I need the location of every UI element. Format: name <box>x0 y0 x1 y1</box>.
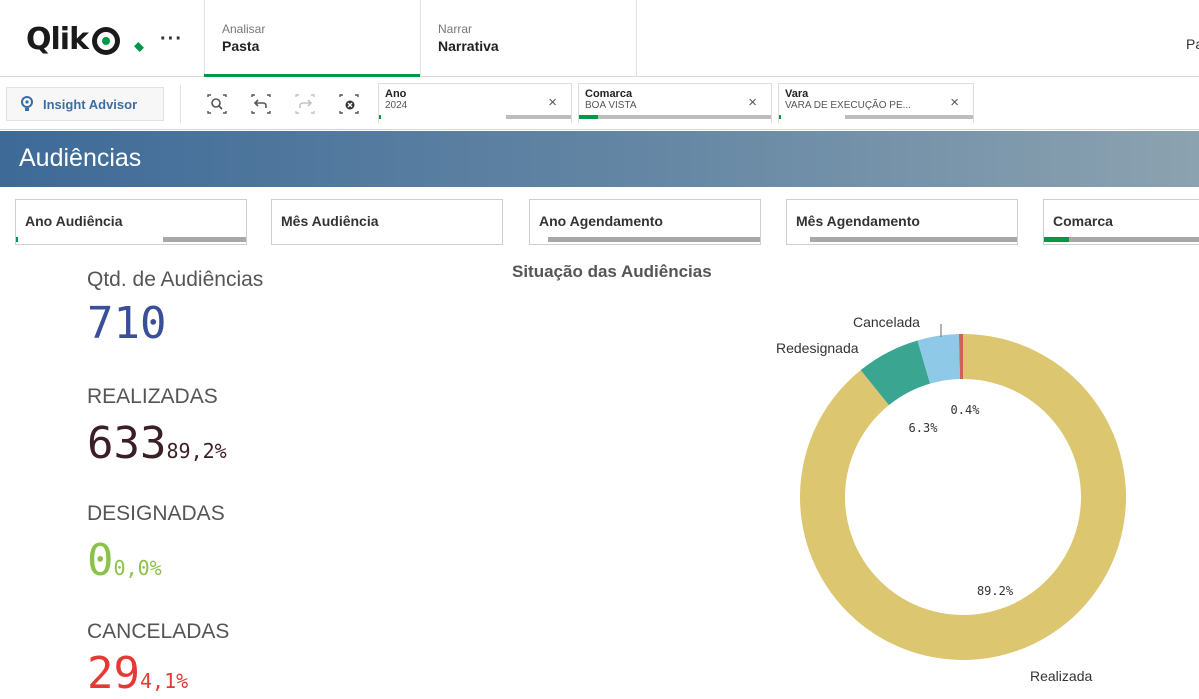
tab-narrar-caption: Narrar <box>438 22 473 36</box>
insight-advisor-label: Insight Advisor <box>43 96 138 112</box>
filter-title: Mês Audiência <box>281 213 379 229</box>
filter-mes-audiencia[interactable]: Mês Audiência <box>271 199 503 245</box>
filter-title: Ano Agendamento <box>539 213 663 229</box>
selections-bar: Insight Advisor Ano 2024 × Comarca BOA V… <box>0 77 1199 130</box>
chip-state-bar <box>379 115 571 119</box>
kpi-realizadas-number: 633 <box>87 418 167 469</box>
tab-narrar[interactable]: Narrar Narrativa <box>420 0 636 77</box>
divider <box>636 0 637 77</box>
tab-analisar-label: Pasta <box>222 38 260 54</box>
slice-realizada[interactable] <box>800 334 1126 660</box>
kpi-total-value: 710 <box>87 298 167 349</box>
top-navigation-bar: Qlik ··· Analisar Pasta Narrar Narrativa… <box>0 0 1199 77</box>
page-title: Audiências <box>19 144 142 172</box>
lightbulb-icon <box>21 96 33 111</box>
data-label-outros: 0.4% <box>951 403 981 417</box>
filter-state-bar <box>530 237 760 242</box>
logo-q-icon <box>92 26 121 55</box>
more-menu-icon[interactable]: ··· <box>160 28 183 51</box>
close-icon[interactable]: × <box>950 94 959 111</box>
tab-analisar-caption: Analisar <box>222 22 266 36</box>
filter-mes-agendamento[interactable]: Mês Agendamento <box>786 199 1018 245</box>
chip-label: Ano <box>385 88 407 100</box>
insight-advisor-button[interactable]: Insight Advisor <box>6 87 164 121</box>
selection-chip-ano[interactable]: Ano 2024 × <box>378 83 572 123</box>
kpi-designadas-label: DESIGNADAS <box>87 502 225 525</box>
tab-narrar-label: Narrativa <box>438 38 499 54</box>
chip-state-bar <box>579 115 771 119</box>
logo-accent <box>134 42 144 52</box>
kpi-designadas-value: 00,0% <box>87 535 162 586</box>
kpi-canceladas-number: 29 <box>87 648 140 699</box>
chip-value: 2024 <box>385 100 408 111</box>
smart-search-icon[interactable] <box>195 88 239 120</box>
filter-state-bar <box>272 237 502 242</box>
chart-title: Situação das Audiências <box>512 262 712 281</box>
top-right-label[interactable]: Pa <box>1186 36 1199 52</box>
sheet-header: Audiências <box>0 131 1199 187</box>
filter-title: Ano Audiência <box>25 213 123 229</box>
kpi-realizadas-label: REALIZADAS <box>87 385 218 408</box>
label-realizada: Realizada <box>1030 668 1092 684</box>
donut-chart[interactable]: Realizada Redesignada Cancelada 89.2% 6.3% 0.… <box>760 300 1180 698</box>
kpi-canceladas-value: 294,1% <box>87 648 188 699</box>
step-forward-icon[interactable] <box>283 88 327 120</box>
data-label-redesignada: 6.3% <box>909 421 939 435</box>
kpi-canceladas-label: CANCELADAS <box>87 620 230 643</box>
filter-state-bar <box>1044 237 1199 242</box>
filter-state-bar <box>787 237 1017 242</box>
kpi-designadas-pct: 0,0% <box>113 556 162 580</box>
filter-ano-agendamento[interactable]: Ano Agendamento <box>529 199 761 245</box>
data-label-realizada: 89.2% <box>977 584 1014 598</box>
kpi-canceladas-pct: 4,1% <box>139 669 189 693</box>
selection-tools <box>180 85 371 123</box>
chip-value: BOA VISTA <box>585 100 637 111</box>
close-icon[interactable]: × <box>748 94 757 111</box>
kpi-realizadas-pct: 89,2% <box>166 439 227 463</box>
selection-chip-comarca[interactable]: Comarca BOA VISTA × <box>578 83 772 123</box>
chip-label: Vara <box>785 88 809 100</box>
chip-label: Comarca <box>585 88 633 100</box>
qlik-logo[interactable]: Qlik <box>26 22 121 57</box>
kpi-realizadas-value: 63389,2% <box>87 418 227 469</box>
chip-state-bar <box>779 115 973 119</box>
filter-ano-audiencia[interactable]: Ano Audiência <box>15 199 247 245</box>
chip-value: VARA DE EXECUÇÃO PE... <box>785 100 911 111</box>
filter-state-bar <box>16 237 246 242</box>
kpi-designadas-number: 0 <box>87 535 114 586</box>
close-icon[interactable]: × <box>548 94 557 111</box>
filter-title: Mês Agendamento <box>796 213 920 229</box>
label-cancelada: Cancelada <box>853 314 920 330</box>
step-back-icon[interactable] <box>239 88 283 120</box>
tab-analisar[interactable]: Analisar Pasta <box>204 0 420 77</box>
kpi-total-label: Qtd. de Audiências <box>87 268 264 291</box>
label-redesignada: Redesignada <box>776 340 859 356</box>
filter-title: Comarca <box>1053 213 1113 229</box>
filter-comarca[interactable]: Comarca <box>1043 199 1199 245</box>
selection-chip-vara[interactable]: Vara VARA DE EXECUÇÃO PE... × <box>778 83 974 123</box>
logo-text: Qlik <box>26 22 89 57</box>
clear-selections-icon[interactable] <box>327 88 371 120</box>
